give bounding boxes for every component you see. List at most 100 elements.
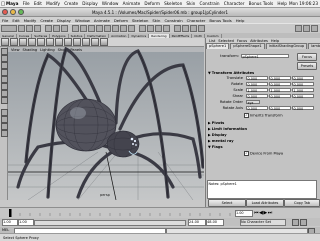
scale-tool-icon[interactable]: [1, 76, 8, 83]
select-joints-icon[interactable]: [80, 25, 87, 32]
shelf-tab-subdivs[interactable]: Subdivs: [69, 33, 86, 38]
shelf-item-render-view-icon[interactable]: [82, 38, 90, 46]
shelf-item-phong-icon[interactable]: [64, 38, 72, 46]
select-surfaces-icon[interactable]: [96, 25, 103, 32]
menu-animate[interactable]: Animate: [123, 1, 141, 6]
tab-initialshadinggroup[interactable]: initialShadingGroup: [265, 43, 308, 49]
rotate-y-field[interactable]: 0.000: [269, 82, 291, 87]
maya-menu-display[interactable]: Display: [57, 18, 71, 23]
snap-curve-icon[interactable]: [147, 25, 154, 32]
menu-bonus-tools[interactable]: Bonus Tools: [249, 1, 274, 6]
shelf-item-blinn-icon[interactable]: [73, 38, 81, 46]
window-titlebar[interactable]: Maya 4.5.1 : /Volumes/Mac/Spider/Spider0…: [0, 8, 320, 17]
display-section[interactable]: ▶ Display: [208, 132, 319, 137]
select-tool-icon[interactable]: [1, 48, 8, 55]
animation-prefs-icon[interactable]: [300, 219, 307, 226]
playback-start-field[interactable]: 1.00: [18, 219, 34, 226]
maya-menu-character[interactable]: Character: [187, 18, 206, 23]
menu-window[interactable]: Window: [102, 1, 119, 6]
maya-menu-skin[interactable]: Skin: [152, 18, 160, 23]
flags-section[interactable]: ▼ Flags: [208, 144, 319, 149]
save-scene-icon[interactable]: [34, 25, 41, 32]
ae-menu-list[interactable]: List: [209, 39, 215, 43]
shelf-tab-rendering[interactable]: Rendering: [149, 33, 170, 38]
maya-menu-help[interactable]: Help: [236, 18, 245, 23]
shelf-tab-curves[interactable]: Curves: [17, 33, 33, 38]
mental-ray-section[interactable]: ▶ mental ray: [208, 138, 319, 143]
select-misc-icon[interactable]: [128, 25, 135, 32]
select-curves-icon[interactable]: [88, 25, 95, 32]
rotate-tool-icon[interactable]: [1, 69, 8, 76]
shelf-item-lambert-icon[interactable]: [55, 38, 63, 46]
scale-y-field[interactable]: 1.000: [269, 88, 291, 93]
load-attributes-button[interactable]: Load Attributes: [246, 199, 284, 207]
shelf-tab-painteffects[interactable]: PaintEffects: [170, 33, 193, 38]
menu-display[interactable]: Display: [82, 1, 97, 6]
shelf-tab-polygons[interactable]: Polygons: [50, 33, 69, 38]
maya-menu-constrain[interactable]: Constrain: [164, 18, 182, 23]
node-name-field[interactable]: pSphere1: [241, 54, 289, 59]
maya-menu-modify[interactable]: Modify: [24, 18, 37, 23]
shelf-tab-custom[interactable]: Custom: [205, 33, 222, 38]
single-view-layout-icon[interactable]: [1, 109, 8, 116]
shelf-item-camera-icon[interactable]: [1, 38, 9, 46]
tab-lambert1[interactable]: lambert1: [308, 43, 320, 49]
scale-x-field[interactable]: 1.000: [246, 88, 268, 93]
translate-z-field[interactable]: 0.000: [292, 76, 314, 81]
translate-y-field[interactable]: 0.000: [269, 76, 291, 81]
shelf-tab-surfaces[interactable]: Surfaces: [32, 33, 51, 38]
shelf-item-pointlight-icon[interactable]: [19, 38, 27, 46]
notes-field[interactable]: Notes: pSphere1: [207, 180, 317, 199]
menu-skeleton[interactable]: Skeleton: [164, 1, 182, 6]
shelf-item-spotlight-icon[interactable]: [10, 38, 18, 46]
pivots-section[interactable]: ▶ Pivots: [208, 120, 319, 125]
select-handles-icon[interactable]: [72, 25, 79, 32]
spider-model-render[interactable]: [8, 47, 204, 200]
ae-menu-focus[interactable]: Focus: [237, 39, 247, 43]
shelf-item-ambientlight-icon[interactable]: [37, 38, 45, 46]
device-from-maya-checkbox[interactable]: ✓: [244, 151, 249, 156]
show-tool-settings-icon[interactable]: [303, 25, 310, 32]
playback-controls-icon[interactable]: ⏮◀▶⏭: [254, 210, 273, 216]
menu-constrain[interactable]: Constrain: [200, 1, 220, 6]
rotate-order-dropdown[interactable]: xyz: [246, 100, 260, 105]
time-slider[interactable]: 1.00 ⏮◀▶⏭: [0, 207, 320, 218]
presets-button[interactable]: Presets: [297, 62, 317, 70]
maya-menu-edit[interactable]: Edit: [12, 18, 19, 23]
limit-information-section[interactable]: ▶ Limit Information: [208, 126, 319, 131]
ae-menu-attributes[interactable]: Attributes: [250, 39, 268, 43]
shelf-item-dirlight-icon[interactable]: [28, 38, 36, 46]
persp-graph-layout-icon[interactable]: [1, 130, 8, 137]
menu-create[interactable]: Create: [64, 1, 78, 6]
select-object-icon[interactable]: [53, 25, 60, 32]
snap-grid-icon[interactable]: [139, 25, 146, 32]
shelf-tab-general[interactable]: General: [0, 33, 17, 38]
menu-file[interactable]: File: [23, 1, 30, 6]
snap-point-icon[interactable]: [155, 25, 162, 32]
maya-menu-file[interactable]: File: [2, 18, 8, 23]
select-deformers-icon[interactable]: [104, 25, 111, 32]
scale-z-field[interactable]: 1.000: [292, 88, 314, 93]
shelf-tab-dynamics[interactable]: Dynamics: [129, 33, 150, 38]
lasso-tool-icon[interactable]: [1, 55, 8, 62]
app-menu[interactable]: Maya: [6, 1, 18, 6]
open-scene-icon[interactable]: [26, 25, 33, 32]
menu-help[interactable]: Help: [277, 1, 287, 6]
history-icon[interactable]: [174, 25, 181, 32]
current-frame-field[interactable]: 1.00: [235, 210, 253, 217]
select-button[interactable]: Select: [208, 199, 246, 207]
device-from-maya-row[interactable]: ✓ Device From Maya: [244, 151, 320, 156]
four-view-layout-icon[interactable]: [1, 116, 8, 123]
snap-plane-icon[interactable]: [163, 25, 170, 32]
rotate-x-field[interactable]: 0.000: [246, 82, 268, 87]
translate-x-field[interactable]: 0.000: [246, 76, 268, 81]
focus-button[interactable]: Focus: [297, 53, 317, 61]
persp-outliner-layout-icon[interactable]: [1, 123, 8, 130]
shelf-tab-animation[interactable]: Animation: [109, 33, 130, 38]
transform-attributes-section[interactable]: ▼ Transform Attributes: [208, 70, 319, 75]
ae-menu-selected[interactable]: Selected: [218, 39, 234, 43]
menu-modify[interactable]: Modify: [46, 1, 60, 6]
tab-psphereshape1[interactable]: pSphereShape1: [230, 43, 265, 49]
maya-menu-deform[interactable]: Deform: [114, 18, 128, 23]
menu-edit[interactable]: Edit: [34, 1, 42, 6]
